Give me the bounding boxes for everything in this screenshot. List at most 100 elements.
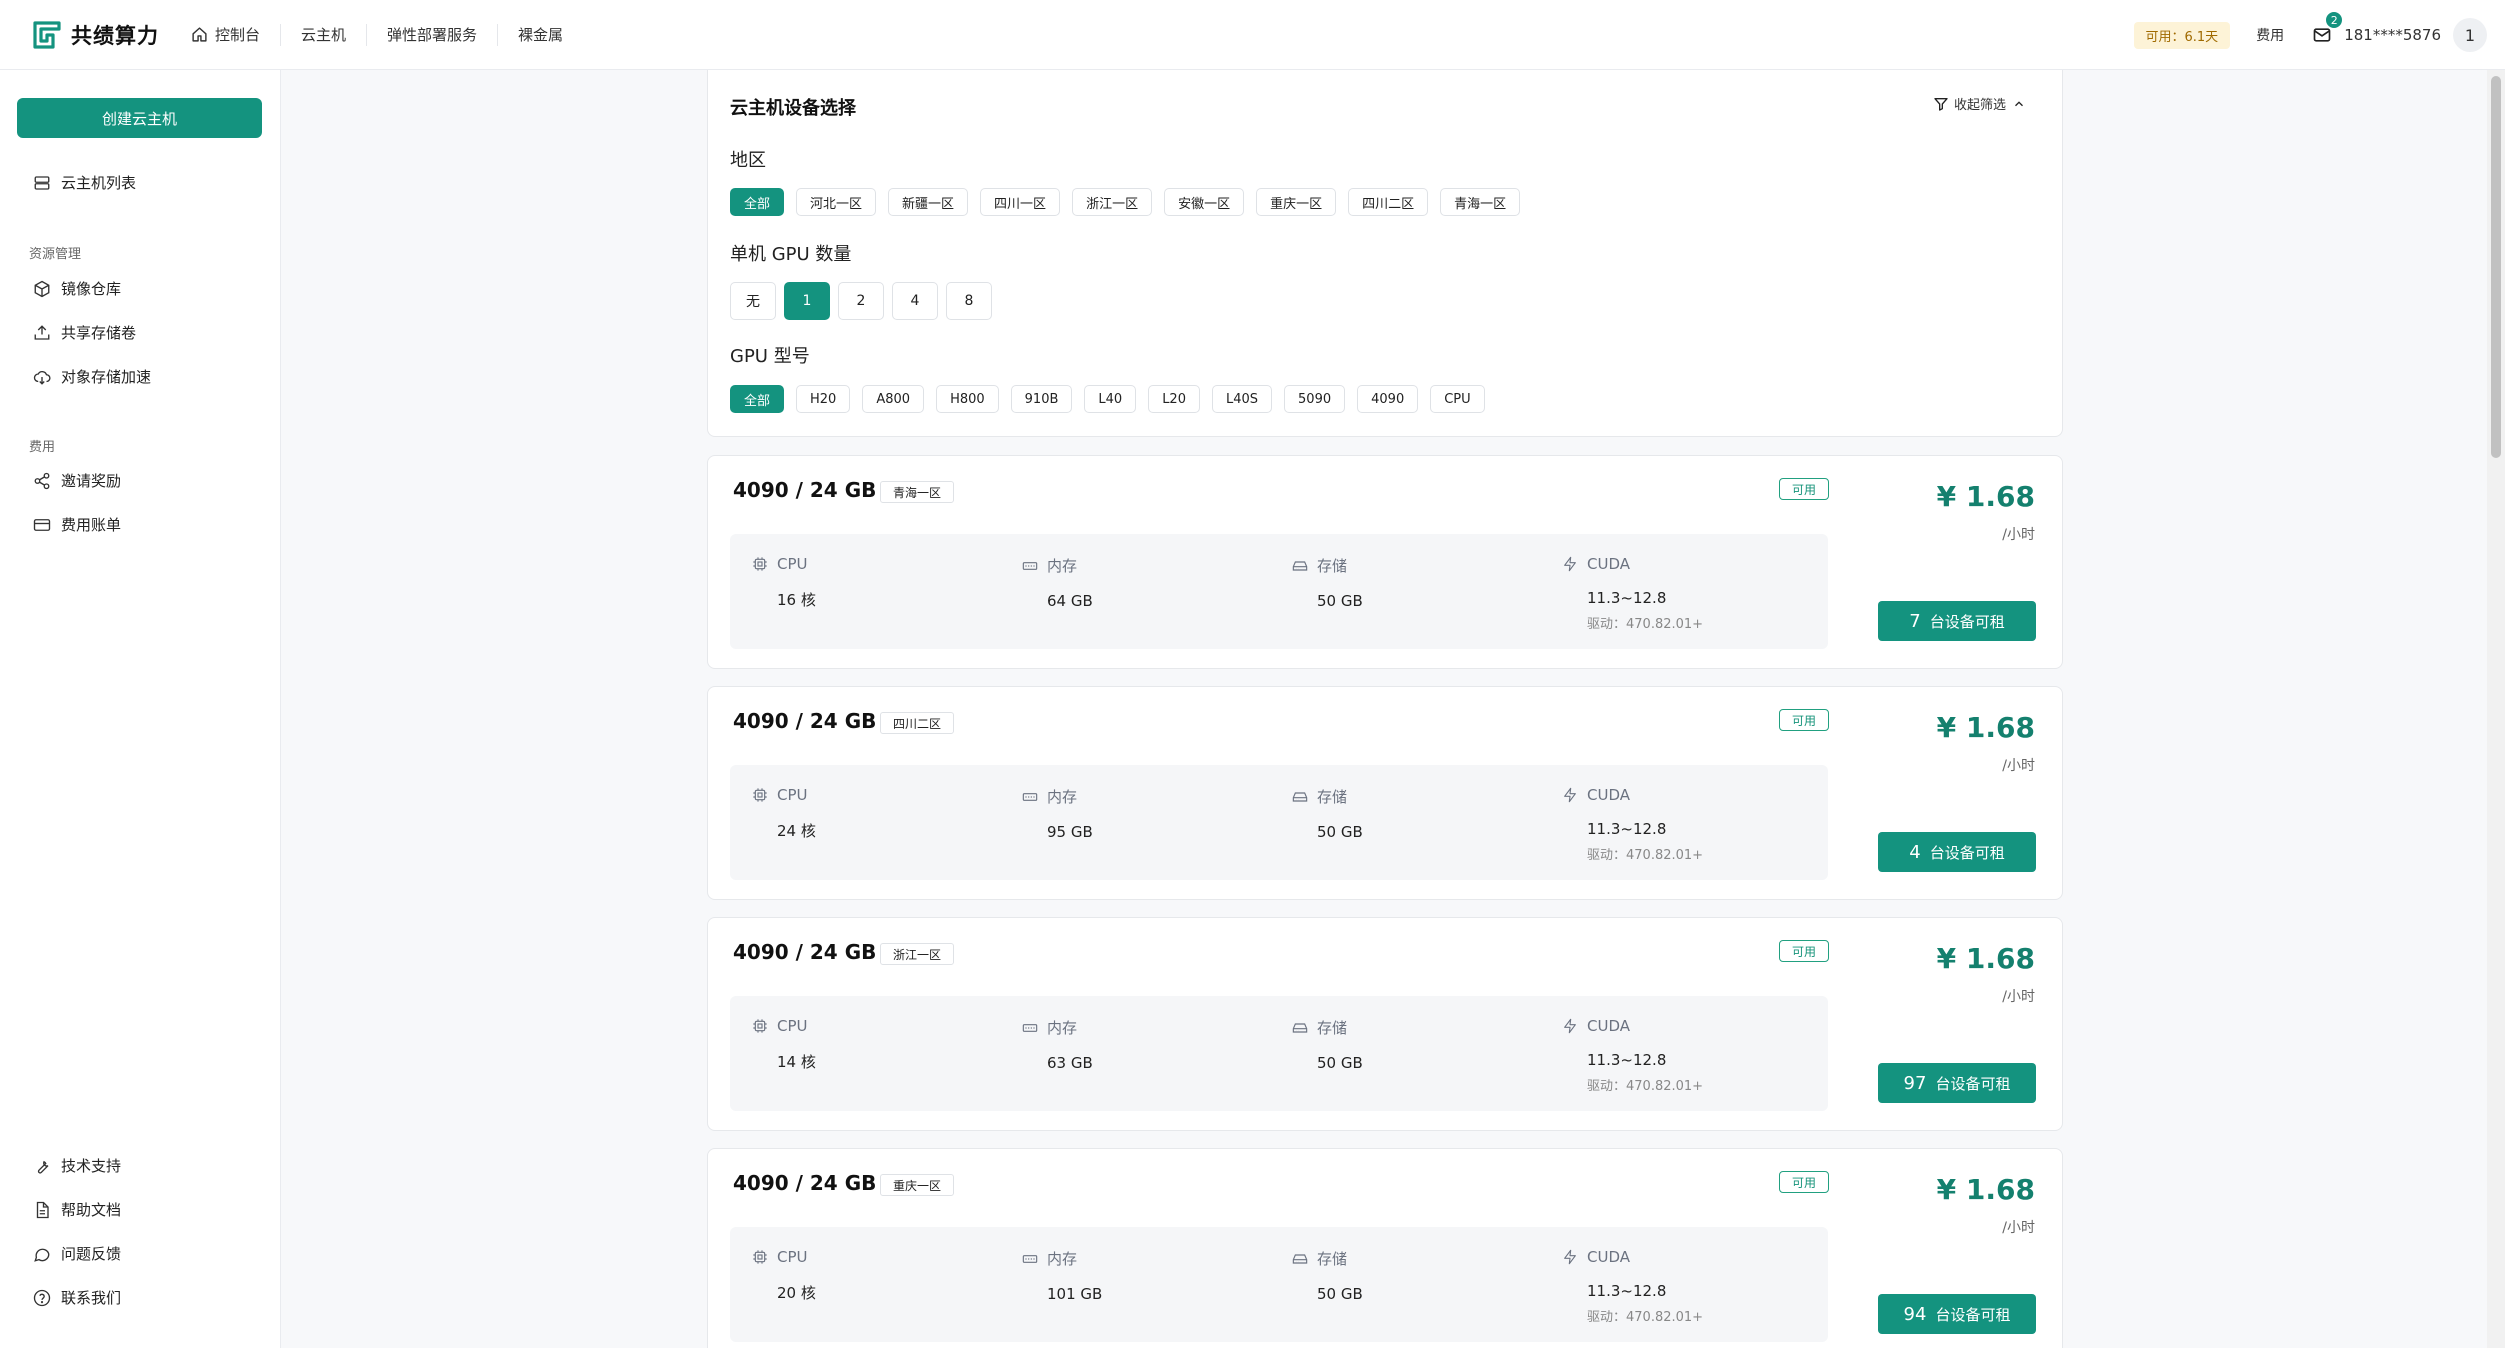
page-scrollbar[interactable] xyxy=(2487,70,2505,1348)
sidebar-item-object-storage[interactable]: 对象存储加速 xyxy=(33,366,151,387)
nav-console[interactable]: 控制台 xyxy=(191,0,280,70)
region-chip[interactable]: 全部 xyxy=(730,188,785,216)
chevron-up-icon xyxy=(2015,100,2023,106)
gpu-model-chip[interactable]: 全部 xyxy=(730,385,785,413)
available-days-badge[interactable]: 可用：6.1天 xyxy=(2133,21,2231,49)
sidebar-item-label: 云主机列表 xyxy=(61,174,137,192)
spec-cuda: CUDA 11.3~12.8 驱动：470.82.01+ xyxy=(1562,555,1703,632)
sidebar-item-tech-support[interactable]: 技术支持 xyxy=(33,1155,121,1176)
spec-box: CPU 14 核 内存 63 GB 存储 50 GB CUDA 11.3~12.… xyxy=(730,996,1828,1111)
region-chip[interactable]: 四川二区 xyxy=(1348,188,1429,216)
create-cloud-host-button[interactable]: 创建云主机 xyxy=(17,98,262,138)
sidebar-item-label: 费用账单 xyxy=(61,516,122,534)
spec-value: 11.3~12.8 xyxy=(1587,1051,1667,1069)
gpu-count-chip-row: 无1248 xyxy=(730,282,1000,320)
rent-button[interactable]: 97 台设备可租 xyxy=(1878,1063,2036,1103)
status-badge: 可用 xyxy=(1779,1171,1830,1193)
region-chip[interactable]: 浙江一区 xyxy=(1072,188,1153,216)
region-chip-row: 全部 河北一区 新疆一区 四川一区 浙江一区 安徽一区 重庆一区 四川二区 青海一区 xyxy=(730,188,1532,216)
spec-value: 20 核 xyxy=(777,1284,816,1302)
spec-storage: 存储 50 GB xyxy=(1292,1017,1363,1072)
collapse-filter-button[interactable]: 收起筛选 xyxy=(1933,94,2026,113)
mail-count-badge: 2 xyxy=(2324,10,2345,30)
gpu-count-chip[interactable]: 8 xyxy=(946,282,992,320)
gpu-model-chip[interactable]: 910B xyxy=(1010,385,1073,413)
available-count: 7 xyxy=(1909,610,1921,632)
spec-memory: 内存 95 GB xyxy=(1022,786,1093,841)
rent-button[interactable]: 7 台设备可租 xyxy=(1878,601,2036,641)
spec-label: CPU xyxy=(777,1017,808,1035)
memory-icon xyxy=(1022,561,1038,570)
region-tag: 浙江一区 xyxy=(880,943,955,965)
gpu-model-chip[interactable]: L40S xyxy=(1211,385,1273,413)
mail-button[interactable]: 2 xyxy=(2312,10,2345,45)
lightning-icon xyxy=(1564,1018,1576,1034)
gpu-model-chip[interactable]: 5090 xyxy=(1284,385,1346,413)
status-badge: 可用 xyxy=(1779,940,1830,962)
spec-label: 内存 xyxy=(1047,788,1078,806)
logo-icon xyxy=(32,20,62,50)
sidebar: 创建云主机 云主机列表 资源管理 镜像仓库 共享存储卷 对象存储加速 费用 邀请… xyxy=(0,70,281,1348)
gpu-model-chip[interactable]: H20 xyxy=(796,385,851,413)
sidebar-item-invite[interactable]: 邀请奖励 xyxy=(33,470,121,491)
spec-label: CUDA xyxy=(1587,786,1631,804)
gpu-model-chip-row: 全部 H20 A800 H800 910B L40 L20 L40S 5090 4090 CPU xyxy=(730,385,1497,413)
gpu-model-chip[interactable]: H800 xyxy=(936,385,999,413)
region-chip[interactable]: 青海一区 xyxy=(1440,188,1521,216)
spec-value: 50 GB xyxy=(1317,592,1363,610)
gpu-model-chip[interactable]: L20 xyxy=(1148,385,1200,413)
sidebar-item-shared-storage[interactable]: 共享存储卷 xyxy=(33,322,136,343)
gpu-model-chip[interactable]: L40 xyxy=(1084,385,1137,413)
region-chip[interactable]: 新疆一区 xyxy=(888,188,969,216)
spec-label: CPU xyxy=(777,1248,808,1266)
user-phone[interactable]: 181****5876 xyxy=(2344,26,2441,44)
spec-cpu: CPU 14 核 xyxy=(752,1017,816,1072)
price: ¥ 1.68 xyxy=(1936,711,2035,744)
lightning-icon xyxy=(1564,787,1576,803)
hard-drive-icon xyxy=(1292,1022,1308,1033)
wrench-icon xyxy=(37,1160,49,1174)
card-title: 4090 / 24 GB xyxy=(733,709,877,733)
server-list-icon xyxy=(34,175,50,190)
spec-cpu: CPU 16 核 xyxy=(752,555,816,610)
avatar[interactable]: 1 xyxy=(2453,18,2487,52)
sidebar-item-feedback[interactable]: 问题反馈 xyxy=(33,1243,121,1264)
device-card: 4090 / 24 GB 四川二区 可用 CPU 24 核 内存 95 GB 存… xyxy=(707,686,2063,900)
gpu-model-chip[interactable]: A800 xyxy=(862,385,925,413)
spec-value: 95 GB xyxy=(1047,823,1093,841)
region-tag: 青海一区 xyxy=(880,481,955,503)
rent-label: 台设备可租 xyxy=(1935,1305,2011,1324)
header-right: 可用：6.1天 费用 2 181****5876 1 xyxy=(2133,0,2505,70)
nav-bare-metal[interactable]: 裸金属 xyxy=(498,0,583,70)
region-chip[interactable]: 重庆一区 xyxy=(1256,188,1337,216)
sidebar-item-bills[interactable]: 费用账单 xyxy=(33,514,121,535)
sidebar-item-label: 联系我们 xyxy=(61,1289,122,1307)
sidebar-item-contact[interactable]: 联系我们 xyxy=(33,1287,121,1308)
sidebar-item-help-docs[interactable]: 帮助文档 xyxy=(33,1199,121,1220)
rent-button[interactable]: 94 台设备可租 xyxy=(1878,1294,2036,1334)
scrollbar-thumb[interactable] xyxy=(2491,76,2501,458)
status-badge: 可用 xyxy=(1779,709,1830,731)
spec-label: CUDA xyxy=(1587,1017,1631,1035)
sidebar-item-image-repo[interactable]: 镜像仓库 xyxy=(33,278,121,299)
sidebar-item-host-list[interactable]: 云主机列表 xyxy=(33,172,136,193)
region-chip[interactable]: 安徽一区 xyxy=(1164,188,1245,216)
fee-link[interactable]: 费用 xyxy=(2256,25,2284,45)
gpu-count-chip[interactable]: 4 xyxy=(892,282,938,320)
gpu-count-chip[interactable]: 1 xyxy=(784,282,830,320)
nav-elastic-deploy[interactable]: 弹性部署服务 xyxy=(367,0,497,70)
hard-drive-icon xyxy=(1292,1253,1308,1264)
gpu-model-chip[interactable]: 4090 xyxy=(1357,385,1419,413)
rent-button[interactable]: 4 台设备可租 xyxy=(1878,832,2036,872)
spec-value: 64 GB xyxy=(1047,592,1093,610)
help-circle-icon xyxy=(33,1289,51,1306)
gpu-count-chip[interactable]: 无 xyxy=(730,282,776,320)
available-count: 97 xyxy=(1903,1072,1927,1094)
region-chip[interactable]: 河北一区 xyxy=(796,188,877,216)
nav-cloud-host[interactable]: 云主机 xyxy=(281,0,366,70)
region-chip[interactable]: 四川一区 xyxy=(980,188,1061,216)
sidebar-item-label: 对象存储加速 xyxy=(61,368,152,386)
logo[interactable]: 共绩算力 xyxy=(32,20,159,50)
gpu-count-chip[interactable]: 2 xyxy=(838,282,884,320)
gpu-model-chip[interactable]: CPU xyxy=(1430,385,1485,413)
